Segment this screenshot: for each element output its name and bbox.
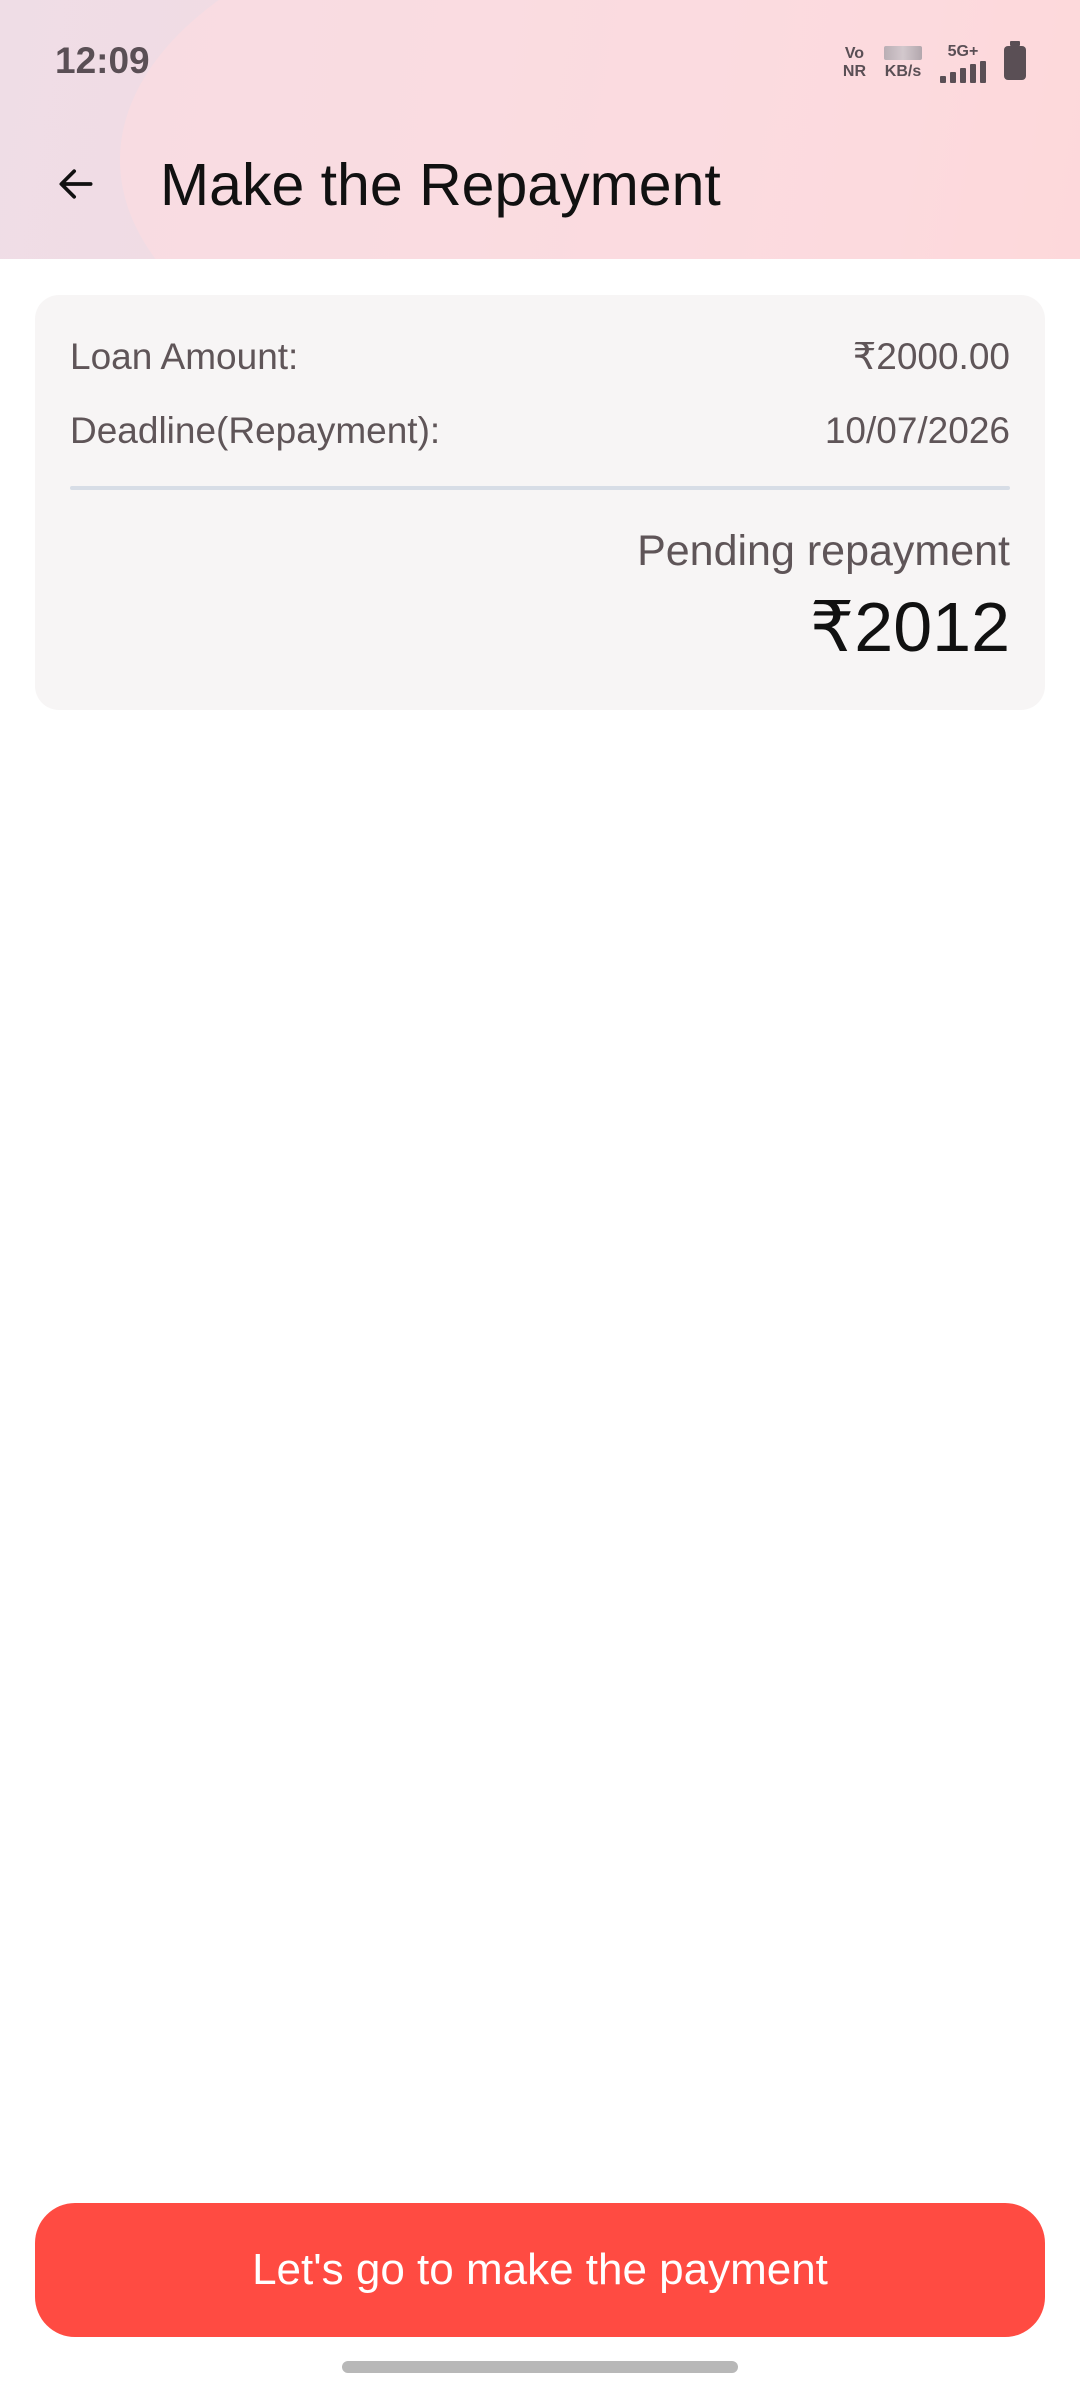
battery-icon: [1004, 41, 1026, 80]
status-time: 12:09: [55, 40, 150, 81]
volte-top-label: Vo: [844, 45, 865, 62]
network-type-label: 5G+: [947, 43, 979, 60]
loan-amount-row: Loan Amount: ₹2000.00: [70, 333, 1010, 381]
page-title: Make the Repayment: [160, 152, 721, 218]
loan-summary-card: Loan Amount: ₹2000.00 Deadline(Repayment…: [35, 295, 1045, 710]
signal-bars: [940, 61, 986, 83]
divider: [70, 486, 1010, 490]
arrow-left-icon: [59, 169, 93, 199]
deadline-value: 10/07/2026: [824, 410, 1010, 451]
make-payment-button[interactable]: Let's go to make the payment: [35, 2203, 1045, 2337]
data-speed-icon: KB/s: [884, 45, 922, 81]
data-speed-unit: KB/s: [884, 62, 922, 80]
signal-icon: 5G+: [940, 43, 986, 83]
back-button[interactable]: [48, 156, 104, 212]
data-speed-value: [884, 45, 922, 60]
volte-bottom-label: NR: [842, 63, 866, 80]
loan-amount-label: Loan Amount:: [70, 336, 299, 377]
pending-repayment-label: Pending repayment: [637, 527, 1010, 575]
deadline-row: Deadline(Repayment): 10/07/2026: [70, 407, 1010, 455]
app-bar: Make the Repayment: [0, 120, 1080, 259]
deadline-label: Deadline(Repayment):: [70, 410, 441, 451]
volte-icon: Vo NR: [843, 45, 866, 81]
loan-amount-value: ₹2000.00: [852, 336, 1010, 377]
pending-repayment-value: ₹2012: [809, 588, 1010, 666]
status-bar: 12:09 Vo NR KB/s 5G+: [0, 0, 1080, 120]
status-icons: Vo NR KB/s 5G+: [843, 41, 1026, 84]
home-indicator[interactable]: [342, 2361, 738, 2373]
